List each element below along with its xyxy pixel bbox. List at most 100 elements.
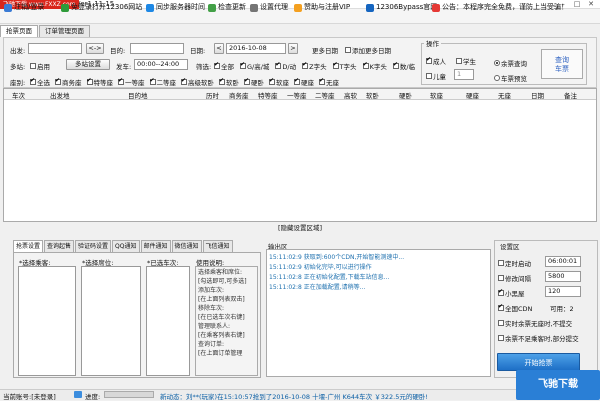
filter-dongche-checkbox[interactable]: D/动 bbox=[275, 61, 296, 71]
filter-all-checkbox[interactable]: 全部 bbox=[214, 61, 234, 71]
start-grab-button[interactable]: 开始抢票 bbox=[497, 353, 580, 371]
log-time: 15:11:02:8 bbox=[269, 274, 302, 281]
seat-hard-sleeper-checkbox[interactable]: 硬卧 bbox=[244, 77, 264, 87]
train-type-filters: 全部 G/高/城 D/动 Z字头 T字头 K字头 数/临 bbox=[214, 61, 415, 71]
filter-other-checkbox[interactable]: 数/临 bbox=[392, 61, 416, 71]
train-results-grid[interactable]: 车次 出发地 目的地 历时 商务座 特等座 一等座 二等座 高软 软卧 硬卧 软… bbox=[3, 88, 597, 222]
checkbox-box bbox=[214, 61, 220, 69]
multi-station-enable-checkbox[interactable]: 启用 bbox=[30, 61, 50, 71]
from-station-input[interactable] bbox=[28, 43, 82, 54]
col-deluxe-sleeper[interactable]: 高软 bbox=[344, 90, 357, 100]
col-no-seat[interactable]: 无座 bbox=[498, 90, 511, 100]
login-button[interactable]: 注销/登录 bbox=[4, 2, 44, 13]
seat-select-all-checkbox[interactable]: 全选 bbox=[30, 77, 50, 87]
seat-label-text: 高级软卧 bbox=[188, 79, 214, 87]
tab-order-management[interactable]: 订单管理页面 bbox=[39, 25, 90, 37]
seat-list[interactable] bbox=[81, 266, 141, 376]
checkbox-box bbox=[426, 56, 432, 64]
all-cdn-checkbox[interactable]: 全国CDN bbox=[498, 303, 532, 313]
tab-fetion-notify[interactable]: 飞信通知 bbox=[202, 240, 233, 252]
open-12306-button[interactable]: 免登录打开12306网站 bbox=[61, 2, 142, 13]
refresh-interval-checkbox[interactable]: 修改间隔 bbox=[498, 273, 531, 283]
close-button[interactable]: ✕ bbox=[584, 0, 598, 9]
date-prev-button[interactable]: < bbox=[214, 43, 224, 54]
col-premium[interactable]: 特等座 bbox=[258, 90, 278, 100]
black-room-checkbox[interactable]: 小黑屋 bbox=[498, 288, 525, 298]
output-log[interactable]: 15:11:02:9 获取到:600个CDN,开始智能测速中... 15:11:… bbox=[266, 249, 491, 377]
depart-time-select[interactable]: 00:00--24:00 bbox=[134, 59, 188, 70]
filter-z-checkbox[interactable]: Z字头 bbox=[302, 61, 327, 71]
seat-label-text: 商务座 bbox=[62, 79, 82, 87]
seat-first-class-checkbox[interactable]: 一等座 bbox=[118, 77, 145, 87]
seat-premium-checkbox[interactable]: 特等座 bbox=[86, 77, 113, 87]
sponsor-vip-button[interactable]: 赞助与注册VIP bbox=[294, 2, 350, 13]
check-update-button[interactable]: 检查更新 bbox=[208, 2, 246, 13]
add-more-dates-checkbox[interactable]: 添加更多日期 bbox=[345, 45, 391, 55]
col-duration[interactable]: 历时 bbox=[206, 90, 219, 100]
query-tickets-button[interactable]: 查询 车票 bbox=[541, 49, 583, 79]
selected-train-list[interactable] bbox=[146, 266, 190, 376]
adult-checkbox[interactable]: 成人 bbox=[426, 56, 446, 66]
hide-settings-toggle[interactable]: [隐藏设置区域] bbox=[3, 224, 597, 233]
filter-k-checkbox[interactable]: K字头 bbox=[362, 61, 387, 71]
refresh-interval-input[interactable]: 5800 bbox=[545, 271, 581, 282]
checkbox-box bbox=[498, 335, 504, 341]
col-remark[interactable]: 备注 bbox=[564, 90, 577, 100]
maximize-button[interactable]: □ bbox=[570, 0, 584, 9]
col-soft-sleeper[interactable]: 软卧 bbox=[366, 90, 379, 100]
seat-second-class-checkbox[interactable]: 二等座 bbox=[149, 77, 176, 87]
timed-start-input[interactable]: 06:00:01 bbox=[545, 256, 581, 267]
tab-query-sale[interactable]: 查询起售 bbox=[44, 240, 75, 252]
usage-line: [在乘客列表右键] bbox=[198, 332, 245, 339]
col-to[interactable]: 目的地 bbox=[128, 90, 148, 100]
tab-email-notify[interactable]: 邮件通知 bbox=[140, 240, 171, 252]
announcement[interactable]: 公告：本程序完全免费，谨防上当受骗！ bbox=[432, 2, 568, 13]
col-first-class[interactable]: 一等座 bbox=[287, 90, 307, 100]
tab-grab-settings[interactable]: 抢票设置 bbox=[13, 240, 44, 252]
checkbox-box bbox=[275, 61, 282, 69]
seat-soft-seat-checkbox[interactable]: 软座 bbox=[269, 77, 289, 87]
date-next-button[interactable]: > bbox=[288, 43, 298, 54]
seat-no-seat-checkbox[interactable]: 无座 bbox=[319, 77, 339, 87]
col-hard-seat[interactable]: 硬座 bbox=[466, 90, 479, 100]
col-from[interactable]: 出发地 bbox=[50, 90, 70, 100]
col-business[interactable]: 商务座 bbox=[229, 90, 249, 100]
seat-hard-seat-checkbox[interactable]: 硬座 bbox=[294, 77, 314, 87]
black-room-input[interactable]: 120 bbox=[545, 286, 581, 297]
seat-deluxe-sleeper-checkbox[interactable]: 高级软卧 bbox=[181, 77, 214, 87]
mode-ticket-query-radio[interactable]: 余票查询 bbox=[494, 58, 527, 68]
filter-label-text: 数/临 bbox=[399, 63, 416, 71]
tab-ticket-grab[interactable]: 抢票页面 bbox=[0, 25, 38, 37]
passenger-list[interactable] bbox=[18, 266, 76, 376]
timed-start-label: 定时启动 bbox=[505, 260, 531, 268]
col-hard-sleeper[interactable]: 硬卧 bbox=[399, 90, 412, 100]
seat-business-checkbox[interactable]: 商务座 bbox=[55, 77, 82, 87]
usage-notes: 选择乘客和席位: [勾选即可,可多选] 添加车次: [在上面列表双击] 移除车次… bbox=[195, 266, 258, 376]
home-icon bbox=[366, 3, 374, 12]
child-checkbox[interactable]: 儿童 bbox=[426, 71, 446, 81]
official-site-button[interactable]: 12306Bypass官网 bbox=[366, 2, 437, 13]
col-train[interactable]: 车次 bbox=[12, 90, 25, 100]
filter-t-checkbox[interactable]: T字头 bbox=[332, 61, 357, 71]
proxy-settings-button[interactable]: 设置代理 bbox=[250, 2, 288, 13]
globe-icon bbox=[61, 3, 69, 12]
tab-wechat-notify[interactable]: 微信通知 bbox=[171, 240, 202, 252]
no-seat-no-submit-checkbox[interactable]: 实时余票无座时,不提交 bbox=[498, 318, 572, 328]
to-station-input[interactable] bbox=[130, 43, 184, 54]
swap-stations-button[interactable]: <-> bbox=[86, 43, 104, 54]
child-count-stepper[interactable]: 1 bbox=[454, 69, 474, 80]
multi-station-settings-button[interactable]: 多站设置 bbox=[66, 59, 110, 70]
col-soft-seat[interactable]: 软座 bbox=[430, 90, 443, 100]
col-second-class[interactable]: 二等座 bbox=[315, 90, 335, 100]
student-checkbox[interactable]: 学生 bbox=[456, 56, 476, 66]
col-date[interactable]: 日期 bbox=[531, 90, 544, 100]
filter-gaotie-checkbox[interactable]: G/高/城 bbox=[240, 61, 269, 71]
date-input[interactable]: 2016-10-08 bbox=[226, 43, 286, 54]
partial-submit-checkbox[interactable]: 余票不足乘客时,部分提交 bbox=[498, 333, 579, 343]
sync-time-button[interactable]: 同步服务器时间 bbox=[146, 2, 205, 13]
tab-captcha[interactable]: 验证码设置 bbox=[75, 240, 112, 252]
tab-qq-notify[interactable]: QQ通知 bbox=[112, 240, 140, 252]
seat-soft-sleeper-checkbox[interactable]: 软卧 bbox=[219, 77, 239, 87]
mode-preview-radio[interactable]: 车票预览 bbox=[494, 73, 527, 83]
timed-start-checkbox[interactable]: 定时启动 bbox=[498, 258, 531, 268]
